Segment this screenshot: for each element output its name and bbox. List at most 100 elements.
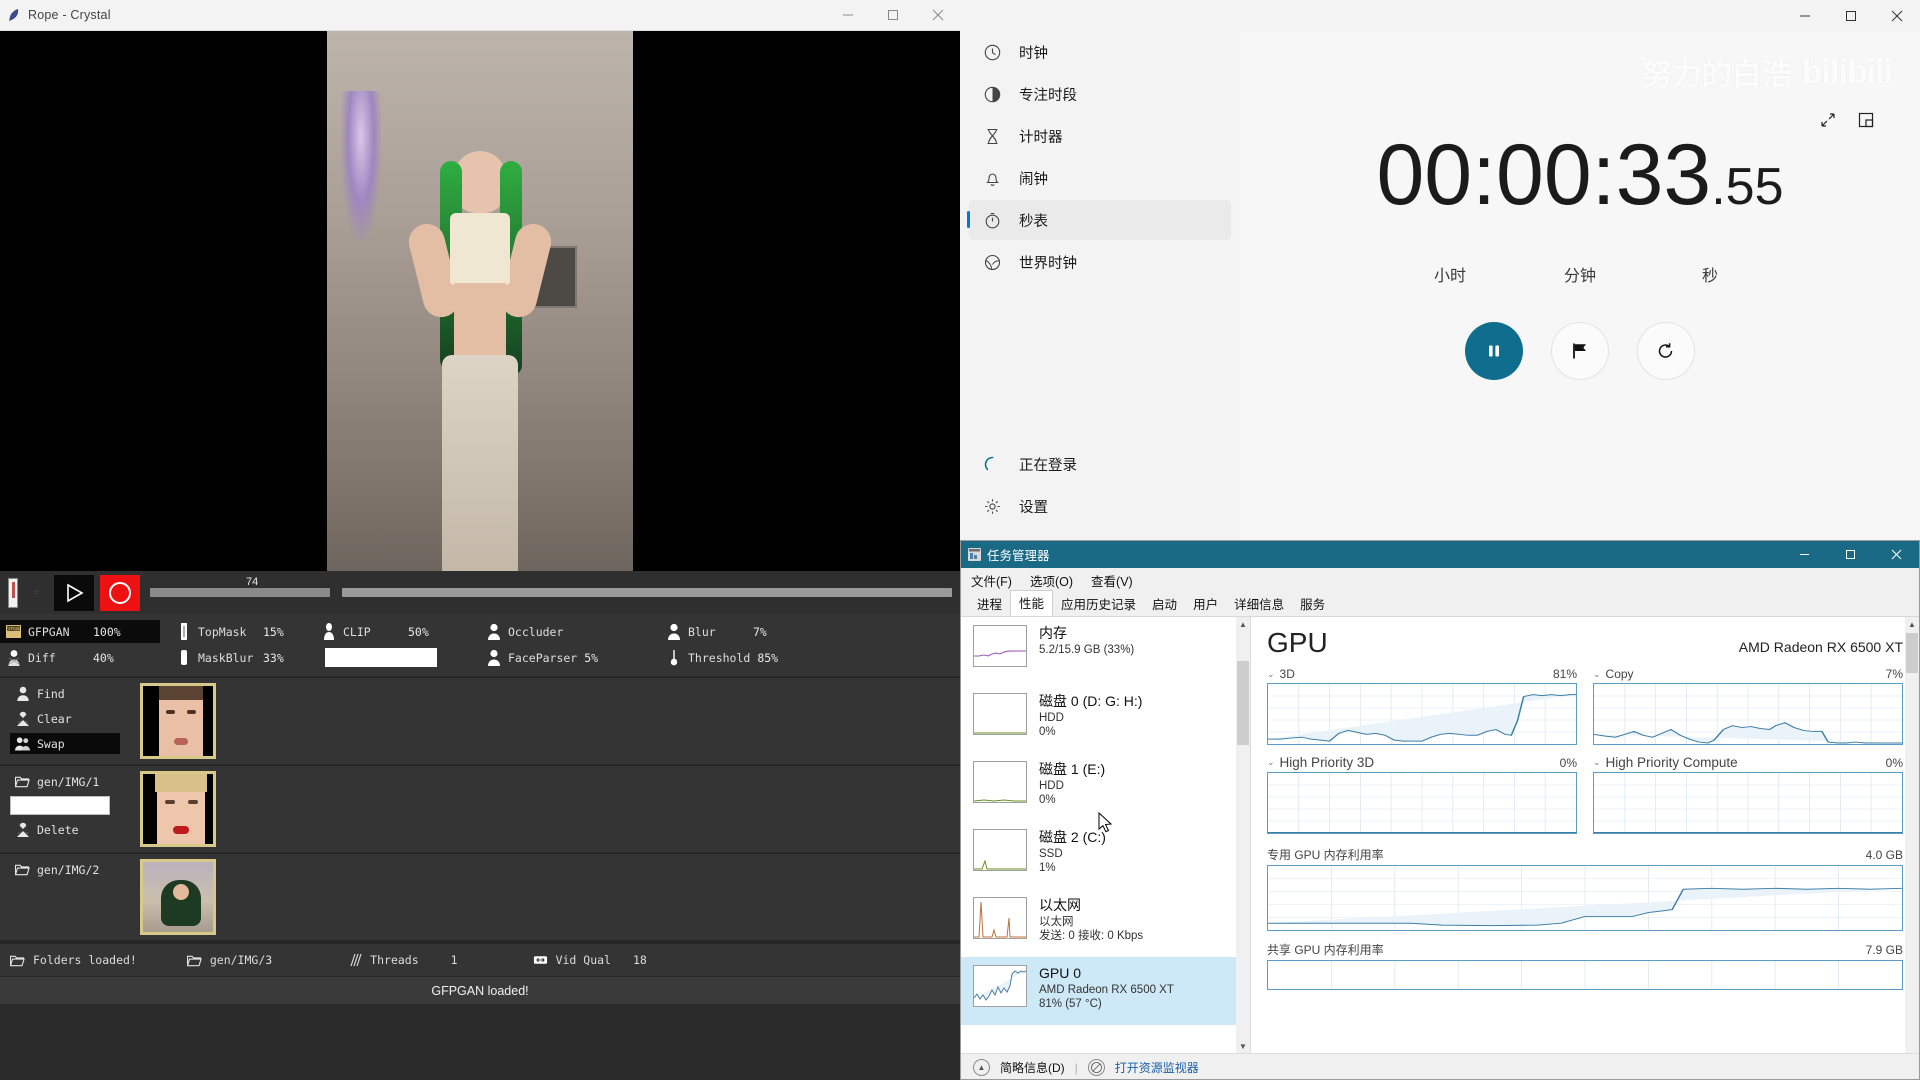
chevron-down-icon[interactable]: ⌄ xyxy=(1267,669,1275,680)
clock-minimize-button[interactable] xyxy=(1782,0,1828,32)
chevron-down-icon[interactable]: ⌄ xyxy=(1593,669,1601,680)
param-text-input[interactable] xyxy=(325,648,437,667)
tab-performance[interactable]: 性能 xyxy=(1010,590,1054,616)
clock-titlebar xyxy=(960,0,1920,32)
sidebar-item-clock[interactable]: 时钟 xyxy=(969,32,1231,72)
sidebar-item-signin[interactable]: 正在登录 xyxy=(969,444,1231,484)
chart-3d-value: 81% xyxy=(1552,667,1577,681)
target-face-thumbnail-1[interactable] xyxy=(140,771,216,847)
sidebar-item-timer[interactable]: 计时器 xyxy=(969,116,1231,156)
clock-maximize-button[interactable] xyxy=(1828,0,1874,32)
sidebar-item-alarm[interactable]: 闹钟 xyxy=(969,158,1231,198)
status-gen-img3[interactable]: gen/IMG/3 xyxy=(177,952,282,969)
scrollbar-thumb[interactable] xyxy=(1237,661,1249,745)
compact-icon[interactable] xyxy=(1858,112,1874,133)
resource-list-scrollbar[interactable]: ▲ ▼ xyxy=(1236,617,1250,1053)
sidebar-item-stopwatch[interactable]: 秒表 xyxy=(967,200,1231,240)
footer-divider: | xyxy=(1074,1060,1078,1075)
tab-services[interactable]: 服务 xyxy=(1292,592,1333,616)
param-threshold[interactable]: Threshold 85% xyxy=(660,646,810,669)
panel-actions xyxy=(1820,112,1874,133)
gpu-detail-panel: GPU AMD Radeon RX 6500 XT ⌄ 3D 81% ⌄ Cop… xyxy=(1251,617,1919,1053)
sidebar-item-worldclock[interactable]: 世界时钟 xyxy=(969,242,1231,282)
find-button[interactable]: Find xyxy=(10,683,120,704)
taskmgr-maximize-button[interactable] xyxy=(1827,541,1873,568)
clock-close-button[interactable] xyxy=(1874,0,1920,32)
param-topmask[interactable]: TopMask 15% xyxy=(170,620,305,643)
menu-file[interactable]: 文件(F) xyxy=(971,571,1012,590)
menu-options[interactable]: 选项(O) xyxy=(1030,571,1073,590)
status-threads[interactable]: Threads 1 xyxy=(337,952,467,969)
param-threshold-value: 85% xyxy=(757,650,779,665)
tab-processes[interactable]: 进程 xyxy=(969,592,1010,616)
scroll-up-icon[interactable]: ▲ xyxy=(1236,617,1250,631)
param-blur[interactable]: Blur 7% xyxy=(660,620,810,643)
param-text-input-wrap xyxy=(315,646,470,669)
scroll-down-icon[interactable]: ▼ xyxy=(1236,1039,1250,1053)
taskmgr-titlebar: 任务管理器 xyxy=(961,541,1919,568)
chevron-down-icon[interactable]: ⌄ xyxy=(1267,757,1275,768)
video-preview[interactable] xyxy=(0,31,960,571)
tab-app-history[interactable]: 应用历史记录 xyxy=(1053,592,1144,616)
expand-icon[interactable] xyxy=(1820,112,1836,133)
record-button[interactable] xyxy=(100,574,140,611)
list-item[interactable]: 以太网 以太网 发送: 0 接收: 0 Kbps xyxy=(961,889,1250,957)
face-row-target-1: gen/IMG/1 Delete xyxy=(0,766,960,854)
timeline-slider[interactable] xyxy=(150,588,330,597)
status-folders-loaded[interactable]: Folders loaded! xyxy=(0,952,147,969)
param-gfpgan[interactable]: GFPGAN GFPGAN 100% xyxy=(0,620,160,643)
tab-users[interactable]: 用户 xyxy=(1185,592,1226,616)
dedicated-memory-label: 专用 GPU 内存利用率 xyxy=(1267,848,1384,862)
detail-scrollbar-thumb[interactable] xyxy=(1906,633,1918,673)
scroll-up-icon[interactable]: ▲ xyxy=(1905,617,1919,631)
timeline-marker[interactable] xyxy=(8,577,18,608)
source-face-thumbnail[interactable] xyxy=(140,683,216,759)
chart-hpc-value: 0% xyxy=(1885,755,1903,770)
delete-button[interactable]: Delete xyxy=(10,819,120,840)
chart-hp3d-plot xyxy=(1267,772,1577,834)
lap-button[interactable] xyxy=(1551,322,1609,380)
param-faceparser[interactable]: FaceParser 5% xyxy=(480,646,650,669)
resource-monitor-icon[interactable] xyxy=(1087,1059,1105,1076)
tab-startup[interactable]: 启动 xyxy=(1144,592,1185,616)
resource-monitor-link[interactable]: 打开资源监视器 xyxy=(1115,1059,1199,1076)
status-vidqual[interactable]: Vid Qual 18 xyxy=(523,952,657,969)
seek-slider[interactable] xyxy=(342,588,952,597)
rope-minimize-button[interactable] xyxy=(825,0,870,31)
folder-button-img2[interactable]: gen/IMG/2 xyxy=(10,859,120,880)
stopwatch-fraction: .55 xyxy=(1711,158,1784,216)
reset-button[interactable] xyxy=(1637,322,1695,380)
play-button[interactable] xyxy=(54,574,94,611)
rope-maximize-button[interactable] xyxy=(870,0,915,31)
swap-button[interactable]: Swap xyxy=(10,733,120,754)
menu-view[interactable]: 查看(V) xyxy=(1091,571,1133,590)
clear-button[interactable]: Clear xyxy=(10,708,120,729)
target1-controls: gen/IMG/1 Delete xyxy=(10,771,120,840)
chevron-down-icon[interactable]: ⌄ xyxy=(1593,757,1601,768)
target1-text-input[interactable] xyxy=(10,796,110,815)
task-manager-window: 任务管理器 文件(F) 选项(O) 查看(V) 进程 性能 应用历史记录 启动 … xyxy=(960,540,1920,1080)
collapse-label[interactable]: 简略信息(D) xyxy=(1000,1059,1065,1076)
parameters-panel: GFPGAN GFPGAN 100% TopMask 15% CLIP 50% … xyxy=(0,614,960,676)
list-item[interactable]: 内存 5.2/15.9 GB (33%) xyxy=(961,617,1250,685)
param-clip[interactable]: CLIP 50% xyxy=(315,620,470,643)
folder-label-img1: gen/IMG/1 xyxy=(37,774,100,789)
rope-close-button[interactable] xyxy=(915,0,960,31)
list-item[interactable]: 磁盘 1 (E:) HDD 0% xyxy=(961,753,1250,821)
param-occluder[interactable]: Occluder xyxy=(480,620,650,643)
taskmgr-minimize-button[interactable] xyxy=(1781,541,1827,568)
folder-button-img1[interactable]: gen/IMG/1 xyxy=(10,771,120,792)
rope-statusbar: Folders loaded! gen/IMG/3 Threads 1 Vid xyxy=(0,942,960,976)
param-maskblur[interactable]: MaskBlur 33% xyxy=(170,646,305,669)
tab-details[interactable]: 详细信息 xyxy=(1226,592,1292,616)
taskmgr-close-button[interactable] xyxy=(1873,541,1919,568)
detail-scrollbar[interactable]: ▲ xyxy=(1905,617,1919,1053)
collapse-icon[interactable]: ▲ xyxy=(973,1059,990,1076)
list-item[interactable]: GPU 0 AMD Radeon RX 6500 XT 81% (57 °C) xyxy=(961,957,1250,1025)
list-item[interactable]: 磁盘 0 (D: G: H:) HDD 0% xyxy=(961,685,1250,753)
target-face-thumbnail-2[interactable] xyxy=(140,859,216,935)
sidebar-item-settings[interactable]: 设置 xyxy=(969,486,1231,526)
sidebar-item-focus[interactable]: 专注时段 xyxy=(969,74,1231,114)
pause-button[interactable] xyxy=(1465,322,1523,380)
param-diff[interactable]: Diff 40% xyxy=(0,646,160,669)
